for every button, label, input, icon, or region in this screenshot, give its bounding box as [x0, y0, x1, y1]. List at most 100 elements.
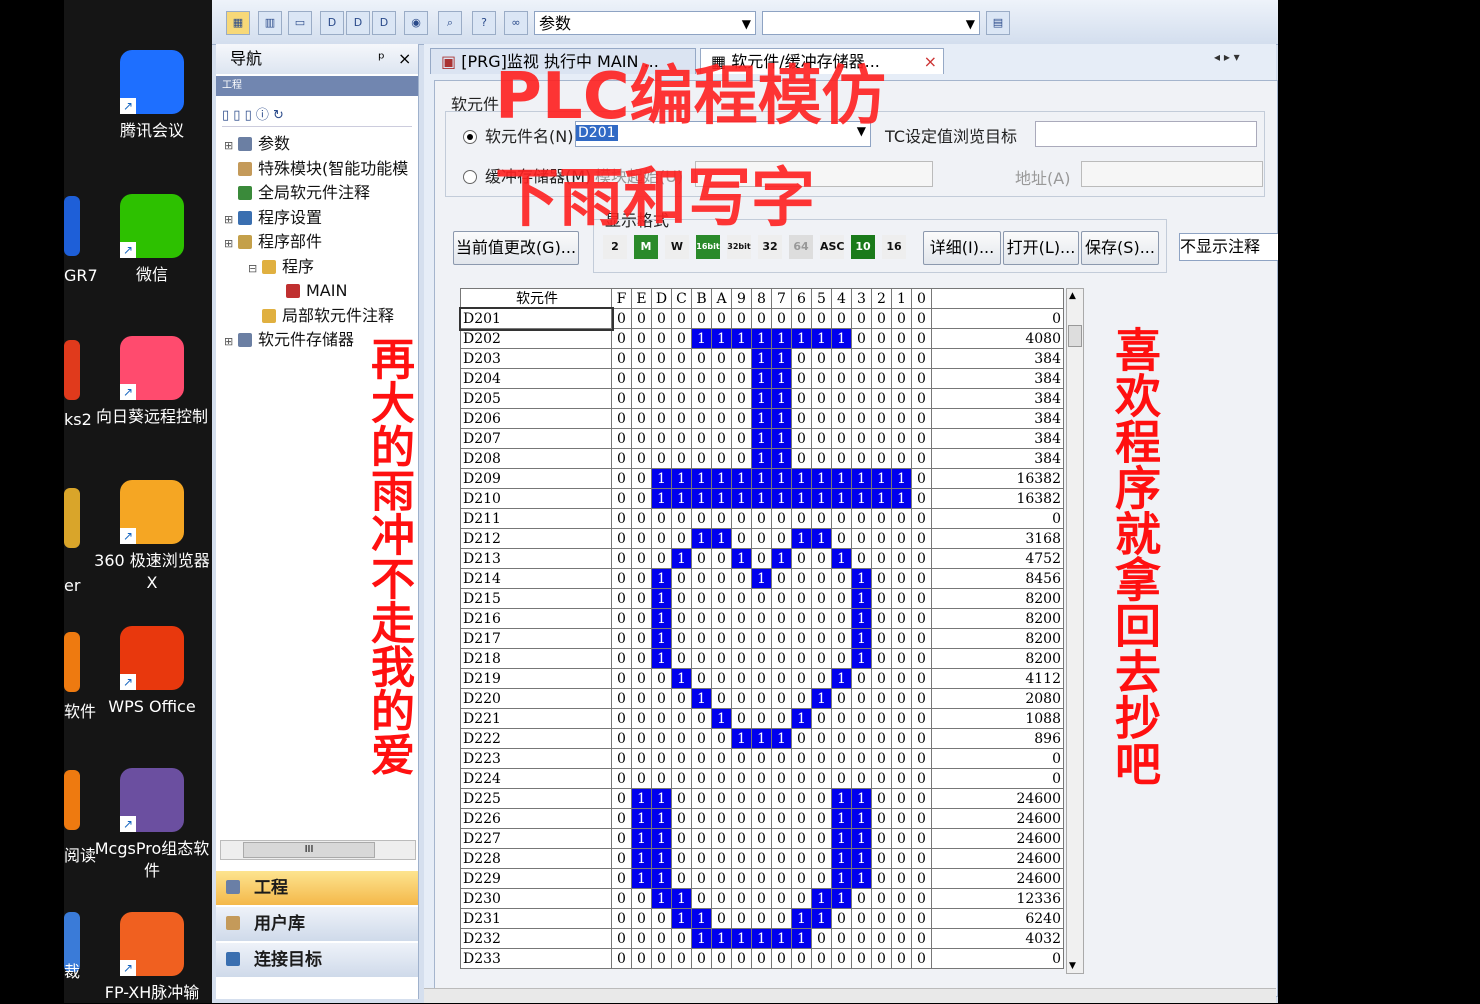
- bit-cell[interactable]: 0: [851, 448, 872, 469]
- bit-cell[interactable]: 0: [751, 868, 772, 889]
- bit-cell[interactable]: 0: [791, 628, 812, 649]
- bit-cell[interactable]: 0: [911, 628, 932, 649]
- bit-cell[interactable]: 1: [771, 488, 792, 509]
- value-cell[interactable]: 24600: [931, 788, 1064, 809]
- value-cell[interactable]: 384: [931, 448, 1064, 469]
- bit-cell[interactable]: 0: [731, 308, 752, 329]
- bit-cell[interactable]: 0: [871, 708, 892, 729]
- bit-cell[interactable]: 1: [811, 328, 832, 349]
- bit-cell[interactable]: 0: [731, 688, 752, 709]
- bit-cell[interactable]: 0: [911, 928, 932, 949]
- bit-cell[interactable]: 0: [851, 688, 872, 709]
- bit-cell[interactable]: 0: [831, 588, 852, 609]
- bit-cell[interactable]: 1: [851, 848, 872, 869]
- bit-cell[interactable]: 0: [611, 868, 632, 889]
- bit-cell[interactable]: 0: [651, 508, 672, 529]
- bit-cell[interactable]: 0: [851, 348, 872, 369]
- value-cell[interactable]: 24600: [931, 828, 1064, 849]
- device-cell[interactable]: D205: [460, 388, 612, 409]
- bit-cell[interactable]: 0: [871, 428, 892, 449]
- bit-cell[interactable]: 0: [611, 688, 632, 709]
- bit-cell[interactable]: 0: [751, 888, 772, 909]
- cut-app-icon[interactable]: [64, 632, 80, 692]
- bit-cell[interactable]: 0: [651, 448, 672, 469]
- value-cell[interactable]: 0: [931, 948, 1064, 969]
- bit-cell[interactable]: 0: [691, 648, 712, 669]
- bit-cell[interactable]: 0: [611, 728, 632, 749]
- bit-cell[interactable]: 0: [811, 508, 832, 529]
- format-button[interactable]: 64: [789, 235, 813, 259]
- address-input[interactable]: [1081, 161, 1263, 187]
- bit-cell[interactable]: 0: [731, 648, 752, 669]
- bit-cell[interactable]: 1: [751, 488, 772, 509]
- bit-cell[interactable]: 1: [851, 568, 872, 589]
- bit-cell[interactable]: 0: [691, 848, 712, 869]
- bit-cell[interactable]: 0: [871, 808, 892, 829]
- bit-cell[interactable]: 0: [871, 588, 892, 609]
- bit-cell[interactable]: 0: [891, 908, 912, 929]
- bit-cell[interactable]: 0: [631, 688, 652, 709]
- bit-cell[interactable]: 0: [891, 828, 912, 849]
- device-cell[interactable]: D211: [460, 508, 612, 529]
- table-row[interactable]: D212 0 0 0 0 1 1 0 0 0 1 1 0 0 0 0 0 3168: [460, 528, 1064, 549]
- value-cell[interactable]: 384: [931, 388, 1064, 409]
- bit-cell[interactable]: 0: [911, 948, 932, 969]
- bit-cell[interactable]: 0: [911, 388, 932, 409]
- bit-cell[interactable]: 0: [831, 528, 852, 549]
- value-cell[interactable]: 8456: [931, 568, 1064, 589]
- bit-cell[interactable]: 1: [751, 448, 772, 469]
- bit-cell[interactable]: 0: [711, 768, 732, 789]
- bit-cell[interactable]: 0: [711, 368, 732, 389]
- bit-cell[interactable]: 1: [891, 488, 912, 509]
- bit-cell[interactable]: 0: [651, 548, 672, 569]
- bit-cell[interactable]: 0: [831, 648, 852, 669]
- bit-cell[interactable]: 1: [831, 808, 852, 829]
- bit-cell[interactable]: 0: [791, 948, 812, 969]
- bit-cell[interactable]: 0: [631, 508, 652, 529]
- format-button[interactable]: 16: [882, 235, 906, 259]
- device-cell[interactable]: D204: [460, 368, 612, 389]
- tree-item[interactable]: ⊞ 参数: [224, 132, 290, 158]
- bit-cell[interactable]: 0: [751, 668, 772, 689]
- bit-cell[interactable]: 0: [871, 368, 892, 389]
- bit-cell[interactable]: 0: [871, 448, 892, 469]
- bit-cell[interactable]: 0: [891, 628, 912, 649]
- bit-cell[interactable]: 0: [891, 868, 912, 889]
- bit-cell[interactable]: 0: [831, 508, 852, 529]
- value-cell[interactable]: 384: [931, 348, 1064, 369]
- value-cell[interactable]: 16382: [931, 488, 1064, 509]
- tab-nav-arrows[interactable]: ◂ ▸ ▾: [1214, 50, 1240, 64]
- bit-cell[interactable]: 0: [691, 568, 712, 589]
- bit-cell[interactable]: 1: [631, 848, 652, 869]
- expand-icon[interactable]: ⊞: [224, 208, 238, 232]
- bit-cell[interactable]: 0: [711, 588, 732, 609]
- table-row[interactable]: D229 0 1 1 0 0 0 0 0 0 0 0 1 1 0 0 0 24600: [460, 868, 1064, 889]
- bit-cell[interactable]: 0: [771, 888, 792, 909]
- bit-cell[interactable]: 1: [691, 928, 712, 949]
- device-cell[interactable]: D216: [460, 608, 612, 629]
- grid-vscrollbar[interactable]: ▲ ▼: [1066, 288, 1084, 974]
- grid-scroll-thumb[interactable]: [1068, 325, 1082, 347]
- bit-cell[interactable]: 0: [811, 588, 832, 609]
- bit-cell[interactable]: 1: [871, 488, 892, 509]
- bit-cell[interactable]: 0: [831, 408, 852, 429]
- table-row[interactable]: D222 0 0 0 0 0 0 1 1 1 0 0 0 0 0 0 0 896: [460, 728, 1064, 749]
- bit-cell[interactable]: 0: [711, 808, 732, 829]
- bit-cell[interactable]: 0: [871, 728, 892, 749]
- bit-cell[interactable]: 0: [891, 848, 912, 869]
- bit-cell[interactable]: 0: [771, 528, 792, 549]
- bit-cell[interactable]: 0: [731, 568, 752, 589]
- bit-cell[interactable]: 1: [891, 468, 912, 489]
- bit-cell[interactable]: 0: [611, 668, 632, 689]
- bit-cell[interactable]: 0: [711, 508, 732, 529]
- bit-cell[interactable]: 0: [871, 908, 892, 929]
- nav-scroll-thumb[interactable]: III: [243, 842, 375, 858]
- bit-cell[interactable]: 0: [711, 888, 732, 909]
- bit-cell[interactable]: 0: [911, 868, 932, 889]
- bit-cell[interactable]: 0: [611, 808, 632, 829]
- format-button[interactable]: 32bit: [727, 235, 751, 259]
- bit-cell[interactable]: 0: [891, 888, 912, 909]
- device-cell[interactable]: D209: [460, 468, 612, 489]
- bit-cell[interactable]: 0: [911, 468, 932, 489]
- bit-cell[interactable]: 0: [831, 708, 852, 729]
